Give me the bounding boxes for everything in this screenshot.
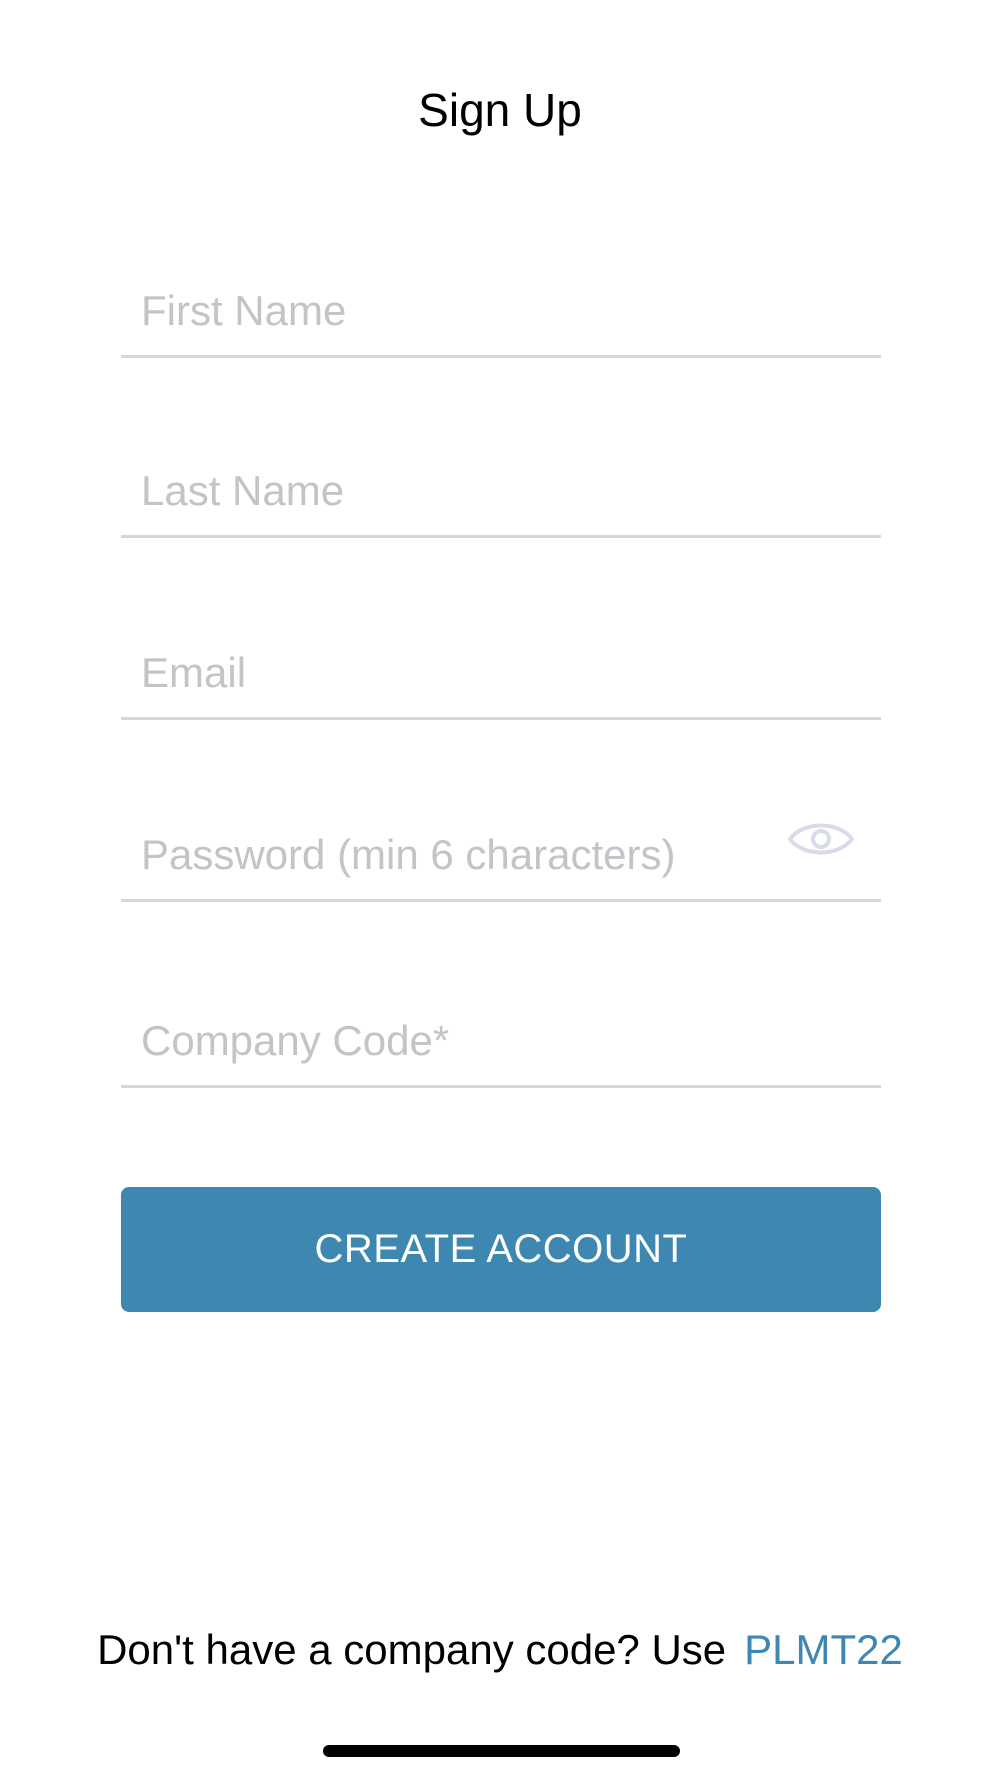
- email-input[interactable]: [141, 643, 841, 703]
- email-field[interactable]: [121, 617, 881, 720]
- home-indicator: [323, 1745, 680, 1757]
- footer-message: Don't have a company code? Use: [97, 1626, 727, 1673]
- last-name-field[interactable]: [121, 435, 881, 538]
- company-code-hint: Don't have a company code? Use PLMT22: [0, 1620, 1000, 1680]
- company-code-link[interactable]: PLMT22: [744, 1626, 903, 1673]
- password-field[interactable]: [121, 799, 881, 902]
- password-input[interactable]: [141, 825, 741, 885]
- page-title: Sign Up: [418, 84, 582, 136]
- first-name-input[interactable]: [141, 281, 841, 341]
- eye-icon[interactable]: [787, 815, 855, 863]
- create-account-button[interactable]: CREATE ACCOUNT: [121, 1187, 881, 1312]
- last-name-input[interactable]: [141, 461, 841, 521]
- company-code-input[interactable]: [141, 1011, 841, 1071]
- first-name-field[interactable]: [121, 255, 881, 358]
- company-code-field[interactable]: [121, 985, 881, 1088]
